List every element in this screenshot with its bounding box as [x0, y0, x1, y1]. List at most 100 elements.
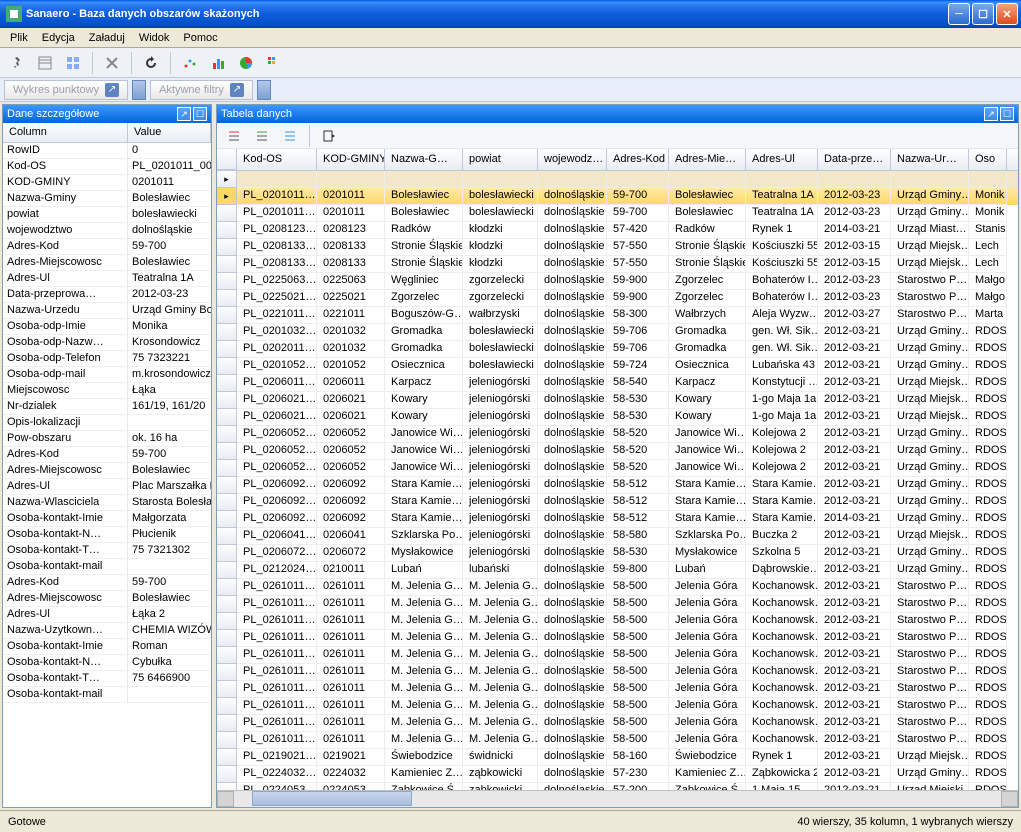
grid-filter-cell[interactable] — [746, 171, 818, 188]
detail-row[interactable]: Adres-Kod59-700 — [3, 239, 211, 255]
minimize-button[interactable]: ─ — [948, 3, 970, 25]
table-row[interactable]: PL_0201032…0201032Gromadkabolesławieckid… — [217, 324, 1018, 341]
grid-col-header[interactable]: wojewodz… — [538, 149, 607, 170]
grid-col-header[interactable]: KOD-GMINY — [317, 149, 385, 170]
row-header[interactable] — [217, 222, 237, 239]
table-row[interactable]: PL_0206052…0206052Janowice Wi…jeleniogór… — [217, 426, 1018, 443]
menu-edycja[interactable]: Edycja — [36, 30, 81, 46]
table-row[interactable]: PL_0206092…0206092Stara Kamie…jeleniogór… — [217, 477, 1018, 494]
detail-row[interactable]: Nazwa-GminyBolesławiec — [3, 191, 211, 207]
row-header[interactable] — [217, 715, 237, 732]
detail-row[interactable]: Osoba-kontakt-ImieRoman — [3, 639, 211, 655]
table-row[interactable]: PL_0261011…0261011M. Jelenia G…M. Jeleni… — [217, 579, 1018, 596]
detail-row[interactable]: Osoba-kontakt-T…75 6466900 — [3, 671, 211, 687]
row-header[interactable] — [217, 528, 237, 545]
details-body[interactable]: RowID0Kod-OSPL_0201011_001KOD-GMINY02010… — [3, 143, 211, 807]
table-row[interactable]: PL_0208133…0208133Stronie Śląskiekłodzki… — [217, 239, 1018, 256]
table-row[interactable]: PL_0206052…0206052Janowice Wi…jeleniogór… — [217, 443, 1018, 460]
row-header[interactable] — [217, 477, 237, 494]
export-icon[interactable] — [318, 125, 340, 147]
row-header[interactable] — [217, 239, 237, 256]
aktywne-filtry-button[interactable]: Aktywne filtry↗ — [150, 80, 253, 100]
col-value[interactable]: Value — [128, 123, 211, 142]
detail-row[interactable]: Adres-UlTeatralna 1A — [3, 271, 211, 287]
filter-dropdown-1[interactable] — [132, 80, 146, 100]
grid-filter-cell[interactable] — [607, 171, 669, 188]
grid-filter-cell[interactable] — [538, 171, 607, 188]
panel-max-icon[interactable]: ☐ — [1000, 107, 1014, 121]
detail-row[interactable]: Adres-Kod59-700 — [3, 575, 211, 591]
row-header[interactable] — [217, 732, 237, 749]
detail-row[interactable]: Osoba-kontakt-mail — [3, 687, 211, 703]
table-row[interactable]: PL_0261011…0261011M. Jelenia G…M. Jeleni… — [217, 715, 1018, 732]
grid-filter-cell[interactable] — [463, 171, 538, 188]
table-row[interactable]: PL_0201052…0201052Osiecznicabolesławieck… — [217, 358, 1018, 375]
table-row[interactable]: PL_0206092…0206092Stara Kamie…jeleniogór… — [217, 511, 1018, 528]
grid-filter-cell[interactable] — [237, 171, 317, 188]
chart-bar-icon[interactable] — [207, 52, 229, 74]
table-row[interactable]: PL_0224032…0224032Kamieniec Z…ząbkowicki… — [217, 766, 1018, 783]
table-row[interactable]: PL_0206092…0206092Stara Kamie…jeleniogór… — [217, 494, 1018, 511]
table-row[interactable]: PL_0261011…0261011M. Jelenia G…M. Jeleni… — [217, 664, 1018, 681]
detail-row[interactable]: Nazwa-UrzeduUrząd Gminy Bol… — [3, 303, 211, 319]
maximize-button[interactable]: ☐ — [972, 3, 994, 25]
grid-col-header[interactable]: Adres-Kod — [607, 149, 669, 170]
panel-pin-icon[interactable]: ↗ — [177, 107, 191, 121]
row-header[interactable] — [217, 749, 237, 766]
chart-grid-icon[interactable] — [263, 52, 285, 74]
row-header[interactable] — [217, 375, 237, 392]
detail-row[interactable]: Osoba-odp-ImieMonika — [3, 319, 211, 335]
detail-row[interactable]: Nazwa-WlascicielaStarosta Bolesła… — [3, 495, 211, 511]
detail-row[interactable]: RowID0 — [3, 143, 211, 159]
table-row[interactable]: PL_0208133…0208133Stronie Śląskiekłodzki… — [217, 256, 1018, 273]
detail-row[interactable]: Pow-obszaruok. 16 ha — [3, 431, 211, 447]
detail-row[interactable]: Osoba-odp-mailm.krosondowicz… — [3, 367, 211, 383]
table-row[interactable]: PL_0206021…0206021Kowaryjeleniogórskidol… — [217, 409, 1018, 426]
menu-zaladuj[interactable]: Załaduj — [83, 30, 131, 46]
row-header[interactable] — [217, 409, 237, 426]
table-row[interactable]: PL_0212024…0210011Lubańlubańskidolnośląs… — [217, 562, 1018, 579]
table-row[interactable]: PL_0261011…0261011M. Jelenia G…M. Jeleni… — [217, 681, 1018, 698]
grid-filter-cell[interactable] — [818, 171, 891, 188]
wykres-punktowy-button[interactable]: Wykres punktowy↗ — [4, 80, 128, 100]
table-row[interactable]: PL_0206041…0206041Szklarska Po…jeleniogó… — [217, 528, 1018, 545]
detail-row[interactable]: Nazwa-Uzytkown…CHEMIA WIZÓW… — [3, 623, 211, 639]
row-header[interactable] — [217, 511, 237, 528]
grid-col-header[interactable]: powiat — [463, 149, 538, 170]
detail-row[interactable]: Osoba-odp-Nazw…Krosondowicz — [3, 335, 211, 351]
table-row[interactable]: PL_0261011…0261011M. Jelenia G…M. Jeleni… — [217, 647, 1018, 664]
grid-col-header[interactable]: Data-prze… — [818, 149, 891, 170]
row-header[interactable] — [217, 392, 237, 409]
scroll-right-icon[interactable] — [1001, 791, 1018, 807]
row-header[interactable] — [217, 460, 237, 477]
row-header[interactable] — [217, 562, 237, 579]
row-header[interactable] — [217, 358, 237, 375]
grid-col-header[interactable]: Kod-OS — [237, 149, 317, 170]
row-header[interactable] — [217, 341, 237, 358]
table-row[interactable]: PL_0201011…0201011Bolesławiecbolesławiec… — [217, 205, 1018, 222]
detail-row[interactable]: wojewodztwodolnośląskie — [3, 223, 211, 239]
table-row[interactable]: PL_0206052…0206052Janowice Wi…jeleniogór… — [217, 460, 1018, 477]
table-row[interactable]: PL_0225021…0225021Zgorzeleczgorzeleckido… — [217, 290, 1018, 307]
table-row[interactable]: PL_0261011…0261011M. Jelenia G…M. Jeleni… — [217, 630, 1018, 647]
table-row[interactable]: PL_0221011…0221011Boguszów-G…wałbrzyskid… — [217, 307, 1018, 324]
menu-pomoc[interactable]: Pomoc — [177, 30, 223, 46]
table-row[interactable]: PL_0261011…0261011M. Jelenia G…M. Jeleni… — [217, 613, 1018, 630]
row-header[interactable] — [217, 443, 237, 460]
detail-row[interactable]: Kod-OSPL_0201011_001 — [3, 159, 211, 175]
row-header[interactable] — [217, 681, 237, 698]
grid-col-header[interactable]: Oso — [969, 149, 1007, 170]
grid-col-header[interactable]: Adres-Mie… — [669, 149, 746, 170]
table-row[interactable]: PL_0224053…0224053Ząbkowice Ś…ząbkowicki… — [217, 783, 1018, 790]
panel-max-icon[interactable]: ☐ — [193, 107, 207, 121]
table-row[interactable]: ▸PL_0201011…0201011Bolesławiecbolesławie… — [217, 188, 1018, 205]
row-header[interactable] — [217, 766, 237, 783]
list-all-icon[interactable] — [279, 125, 301, 147]
row-header[interactable] — [217, 613, 237, 630]
row-header[interactable] — [217, 324, 237, 341]
detail-row[interactable]: Osoba-kontakt-T…75 7321302 — [3, 543, 211, 559]
row-header[interactable]: ▸ — [217, 188, 237, 205]
col-column[interactable]: Column — [3, 123, 128, 142]
menu-plik[interactable]: Plik — [4, 30, 34, 46]
detail-row[interactable]: Adres-MiejscowoscBolesławiec — [3, 463, 211, 479]
